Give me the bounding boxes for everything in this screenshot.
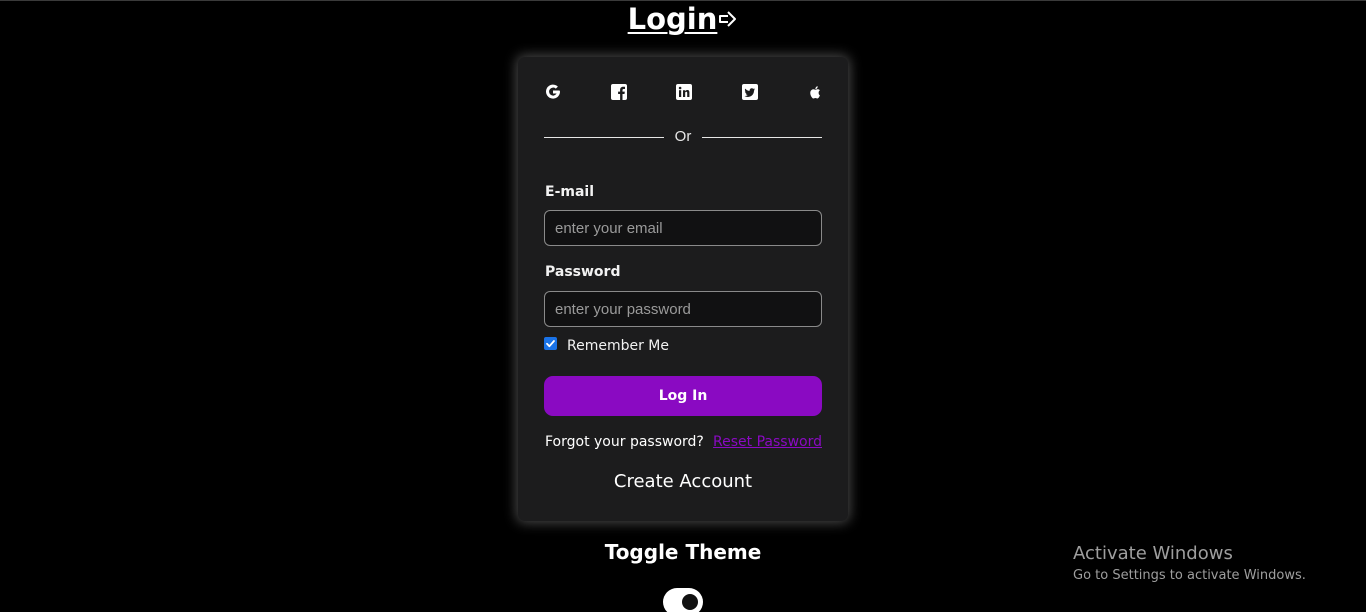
login-arrow-icon — [718, 0, 738, 38]
remember-me-checkbox[interactable] — [544, 336, 557, 350]
windows-activation-watermark: Activate Windows Go to Settings to activ… — [1073, 543, 1306, 587]
remember-me: Remember Me — [544, 336, 669, 356]
google-icon[interactable] — [542, 81, 564, 103]
email-field[interactable] — [544, 210, 822, 246]
login-card: Or E-mail Password Remember Me Log In Fo… — [518, 57, 848, 521]
reset-password-link[interactable]: Reset Password — [713, 434, 822, 450]
twitter-icon[interactable] — [739, 81, 761, 103]
create-account-link[interactable]: Create Account — [518, 471, 848, 492]
linkedin-icon[interactable] — [673, 81, 695, 103]
social-login-row — [542, 81, 826, 103]
apple-icon[interactable] — [804, 81, 826, 103]
or-divider: Or — [544, 127, 822, 147]
forgot-password-text: Forgot your password? — [545, 434, 704, 450]
password-field[interactable] — [544, 291, 822, 327]
watermark-title: Activate Windows — [1073, 543, 1233, 564]
password-label: Password — [545, 264, 621, 280]
watermark-subtitle: Go to Settings to activate Windows. — [1073, 568, 1306, 583]
facebook-icon[interactable] — [608, 81, 630, 103]
login-button[interactable]: Log In — [544, 376, 822, 416]
page-title-text: Login — [627, 2, 718, 36]
remember-me-label: Remember Me — [567, 338, 669, 354]
page-title: Login — [0, 0, 1366, 40]
theme-toggle-knob — [682, 594, 698, 610]
email-label: E-mail — [545, 184, 595, 200]
theme-toggle[interactable] — [663, 588, 703, 612]
checkmark-icon — [546, 339, 555, 347]
divider-line-right — [702, 137, 822, 138]
